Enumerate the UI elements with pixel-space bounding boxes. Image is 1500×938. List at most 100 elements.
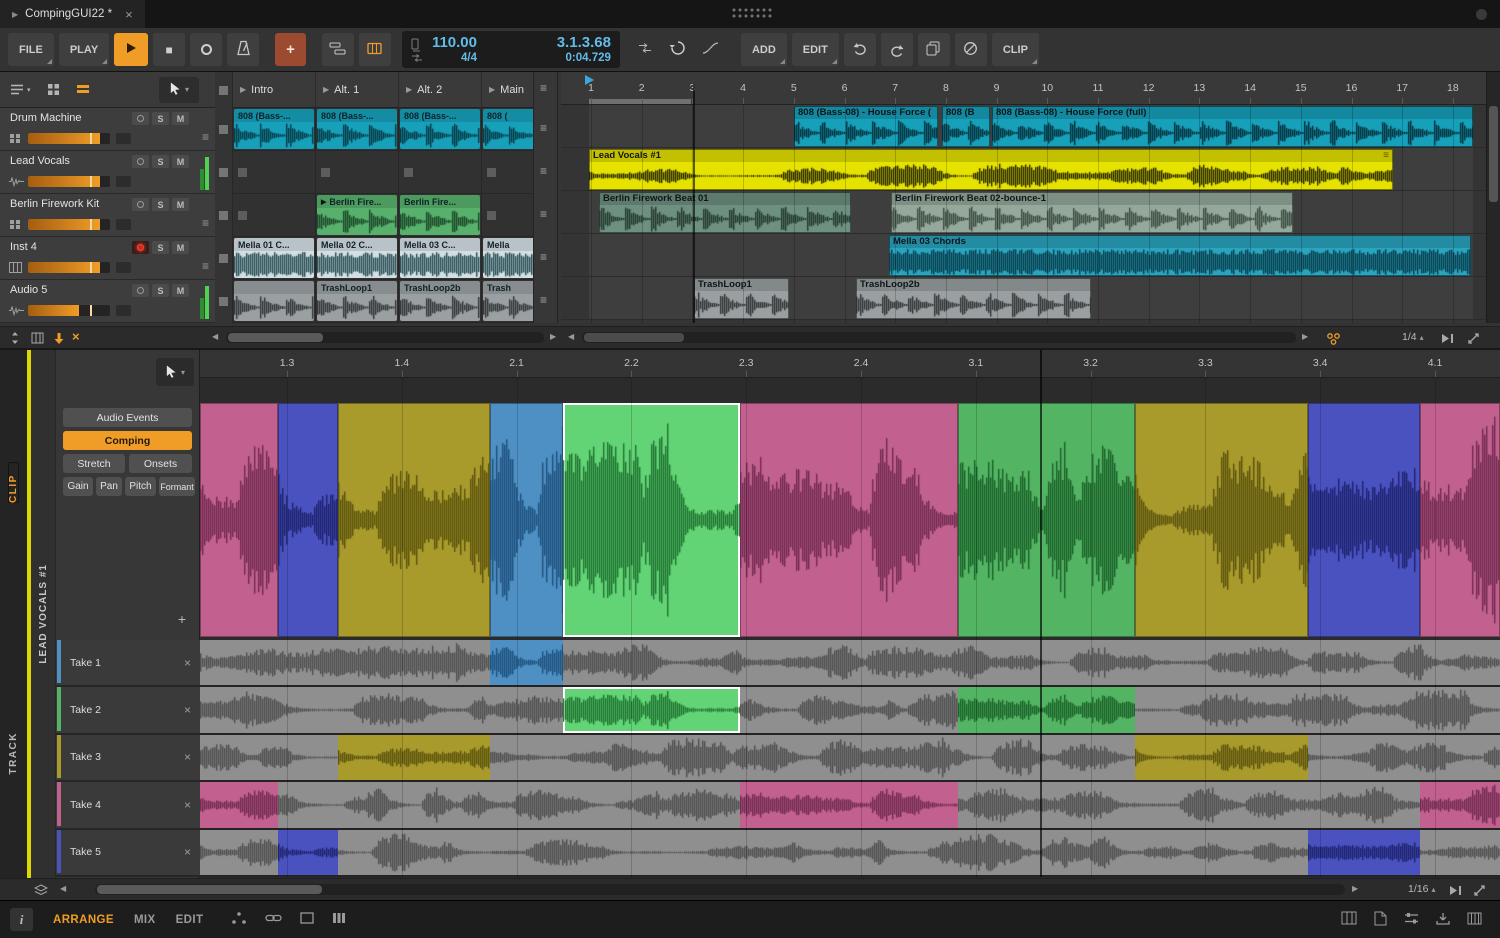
mute-button[interactable]: M: [172, 155, 189, 168]
comping-button[interactable]: Comping: [63, 431, 192, 450]
clip-slot[interactable]: Mella 03 C...: [399, 237, 482, 280]
file-menu-button[interactable]: FILE: [8, 33, 54, 66]
detail-panel-icon[interactable]: [1436, 912, 1450, 928]
time-signature-value[interactable]: 4/4: [461, 52, 477, 65]
track-lanes-icon[interactable]: ≡: [540, 250, 547, 264]
solo-button[interactable]: S: [152, 112, 169, 125]
stretch-button[interactable]: Stretch: [63, 454, 125, 473]
editor-playhead[interactable]: [1040, 350, 1042, 877]
track-header[interactable]: Drum MachineSM≡: [0, 108, 215, 151]
stop-track-clips-button[interactable]: [219, 211, 228, 220]
record-arm-button[interactable]: [132, 112, 149, 125]
comp-lane[interactable]: [200, 403, 1500, 637]
record-arm-button[interactable]: [132, 155, 149, 168]
remove-take-button[interactable]: ×: [184, 656, 191, 670]
editor-hscrollbar[interactable]: [95, 884, 1345, 895]
pan-control[interactable]: [116, 176, 131, 187]
duplicate-button[interactable]: [918, 33, 950, 66]
empty-clip-slot[interactable]: [399, 151, 482, 194]
record-arm-button[interactable]: [132, 241, 149, 254]
tab-clip[interactable]: CLIP: [8, 462, 19, 503]
stop-track-clips-button[interactable]: [219, 125, 228, 134]
play-button[interactable]: [114, 33, 148, 66]
stop-button[interactable]: ■: [153, 33, 185, 66]
track-menu-icon[interactable]: ≡: [202, 259, 209, 273]
add-take-button[interactable]: +: [174, 611, 190, 627]
arranger-tool-selector[interactable]: ▾: [159, 77, 199, 103]
arranger-clip[interactable]: TrashLoop2b: [856, 278, 1091, 319]
follow-playhead-icon[interactable]: [50, 330, 68, 346]
loop-region-bar[interactable]: [589, 99, 691, 104]
redo-button[interactable]: [881, 33, 913, 66]
take-highlight-region[interactable]: [1308, 830, 1420, 875]
launcher-clip[interactable]: ▶Berlin Fire...: [317, 195, 397, 235]
launcher-scroll-thumb[interactable]: [228, 333, 323, 342]
record-arm-button[interactable]: [132, 198, 149, 211]
operators-icon[interactable]: [231, 911, 247, 928]
solo-button[interactable]: S: [152, 155, 169, 168]
audio-events-button[interactable]: Audio Events: [63, 408, 192, 427]
take-lane[interactable]: [200, 735, 1500, 782]
take-label-row[interactable]: Take 1×: [56, 640, 200, 687]
arranger-clip[interactable]: 808 (Bass-08) - House Force (full): [992, 106, 1473, 147]
launcher-clip[interactable]: Mella 01 C...: [234, 238, 314, 278]
tab-arrange[interactable]: ARRANGE: [53, 914, 114, 926]
track-lanes-icon[interactable]: ≡: [540, 207, 547, 221]
launcher-clip[interactable]: [234, 281, 314, 321]
comp-segment[interactable]: [278, 403, 338, 637]
tab-track[interactable]: TRACK: [8, 732, 19, 775]
empty-clip-slot[interactable]: [233, 151, 316, 194]
launcher-clip[interactable]: 808 (Bass-...: [317, 109, 397, 149]
mute-button[interactable]: M: [172, 284, 189, 297]
info-button[interactable]: i: [10, 908, 33, 931]
track-menu-icon[interactable]: ≡: [202, 216, 209, 230]
comp-segment[interactable]: [1420, 403, 1500, 637]
stop-track-clips-button[interactable]: [219, 297, 228, 306]
arranger-vertical-scrollbar[interactable]: [1486, 72, 1500, 323]
empty-clip-slot[interactable]: [482, 151, 533, 194]
stop-track-clips-button[interactable]: [219, 254, 228, 263]
tempo-value[interactable]: 110.00: [432, 34, 477, 51]
scene-header[interactable]: ▶Main: [482, 72, 533, 107]
pan-control[interactable]: [116, 305, 131, 316]
pan-control[interactable]: [116, 133, 131, 144]
clip-slot[interactable]: 808 (Bass-...: [399, 108, 482, 151]
empty-clip-slot[interactable]: [316, 151, 399, 194]
track-lanes-icon[interactable]: ≡: [540, 121, 547, 135]
editor-scroll-right-icon[interactable]: ▶: [1352, 884, 1358, 893]
clip-slot[interactable]: TrashLoop1: [316, 280, 399, 323]
take-highlight-region[interactable]: [490, 640, 563, 685]
take-lane[interactable]: [200, 782, 1500, 829]
scene-header[interactable]: ▶Intro: [233, 72, 316, 107]
take-highlight-region[interactable]: [278, 830, 338, 875]
pan-control[interactable]: [116, 262, 131, 273]
take-highlight-region[interactable]: [740, 782, 958, 827]
record-button[interactable]: [190, 33, 222, 66]
clip-slot[interactable]: 808 (Bass-...: [233, 108, 316, 151]
snap-grid-icon[interactable]: [28, 330, 46, 346]
browser-panel-icon[interactable]: [1374, 911, 1387, 929]
play-menu-button[interactable]: PLAY: [59, 33, 109, 66]
metronome-button[interactable]: [227, 33, 259, 66]
clip-slot[interactable]: Mella 02 C...: [316, 237, 399, 280]
launcher-clip[interactable]: Mella 03 C...: [400, 238, 480, 278]
pan-control[interactable]: [116, 219, 131, 230]
vertical-scroll-thumb[interactable]: [1489, 106, 1498, 202]
empty-clip-slot[interactable]: [233, 194, 316, 237]
close-document-icon[interactable]: ×: [125, 7, 133, 22]
launcher-clip[interactable]: TrashLoop2b: [400, 281, 480, 321]
clip-slot[interactable]: 808 (: [482, 108, 533, 151]
launcher-hscrollbar[interactable]: [226, 332, 544, 343]
frame-icon[interactable]: [300, 912, 314, 927]
mute-button[interactable]: M: [172, 241, 189, 254]
launcher-clip[interactable]: 808 (Bass-...: [234, 109, 314, 149]
piano-roll-icon[interactable]: [1467, 912, 1482, 928]
clip-slot[interactable]: Berlin Fire...: [399, 194, 482, 237]
mute-button[interactable]: M: [172, 198, 189, 211]
remove-take-button[interactable]: ×: [184, 845, 191, 859]
remove-take-button[interactable]: ×: [184, 798, 191, 812]
clip-slot[interactable]: 808 (Bass-...: [316, 108, 399, 151]
automation-overdub-button[interactable]: [322, 33, 354, 66]
take-lane[interactable]: [200, 687, 1500, 734]
comp-segment[interactable]: [338, 403, 490, 637]
